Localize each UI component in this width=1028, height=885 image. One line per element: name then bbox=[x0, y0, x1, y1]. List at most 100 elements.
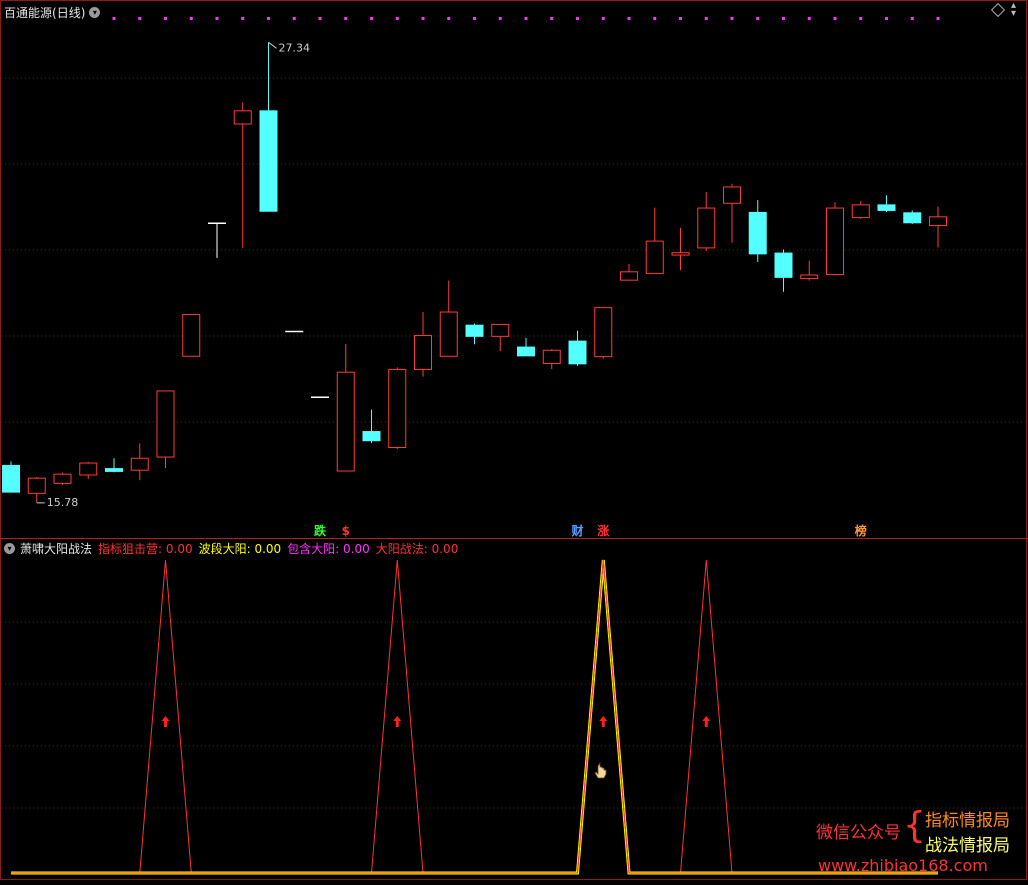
chart-canvas[interactable]: 27.34 15.78 跌 $ 财涨 榜 bbox=[0, 0, 1028, 881]
candle-body-up bbox=[156, 390, 175, 458]
top-signal-dot bbox=[936, 17, 940, 20]
watermark-right-1: 指标情报局 bbox=[925, 811, 1010, 831]
chevron-down-icon[interactable]: ▾ bbox=[4, 542, 15, 554]
watermark-left: 微信公众号 bbox=[816, 823, 901, 843]
top-signal-dot bbox=[395, 17, 399, 20]
candle-body-up bbox=[388, 368, 407, 448]
max-price-label: 27.34 bbox=[279, 41, 311, 54]
top-signal-dot bbox=[807, 17, 811, 20]
top-signal-dot bbox=[704, 17, 708, 20]
up-arrow-icon bbox=[393, 716, 402, 727]
candle-body-up bbox=[645, 240, 664, 274]
top-signal-dot bbox=[730, 17, 734, 20]
top-signal-dot bbox=[112, 17, 116, 20]
candle-body-down bbox=[465, 324, 484, 337]
candle-body-down bbox=[259, 110, 278, 212]
series-line-1 bbox=[11, 559, 938, 874]
candle-body-down bbox=[568, 340, 587, 365]
up-arrow-icon bbox=[702, 716, 711, 727]
top-signal-dot bbox=[241, 17, 245, 20]
stock-name: 百通能源 bbox=[4, 5, 53, 20]
top-signal-dot bbox=[782, 17, 785, 20]
top-signal-dot bbox=[910, 17, 914, 20]
top-signal-dot bbox=[189, 17, 193, 20]
candle-body-up bbox=[79, 462, 98, 476]
candle-body-down bbox=[517, 346, 535, 357]
candle-body-up bbox=[723, 186, 741, 204]
candle-body-up bbox=[27, 477, 46, 494]
signal-marker: $ bbox=[342, 524, 350, 538]
candle-body-down bbox=[903, 212, 922, 224]
updown-arrow-icon[interactable]: ▴ ▾ bbox=[1011, 1, 1016, 19]
top-signal-dot bbox=[318, 17, 322, 20]
chart-frame bbox=[0, 0, 1027, 880]
watermark-brace: { bbox=[903, 805, 926, 846]
signal-marker: 涨 bbox=[597, 523, 609, 538]
top-signal-dot bbox=[473, 17, 476, 20]
min-price-label: 15.78 bbox=[47, 496, 79, 509]
series-line-4 bbox=[11, 559, 938, 874]
top-signal-dot bbox=[833, 17, 837, 20]
top-signal-dot bbox=[215, 17, 219, 20]
top-signal-dot bbox=[885, 17, 888, 20]
top-signal-dot bbox=[370, 17, 373, 20]
signal-marker: 榜 bbox=[855, 523, 867, 538]
candle-body-up bbox=[594, 307, 613, 358]
subchart-header: ▾ 萧啸大阳战法 指标狙击营: 0.00 波段大阳: 0.00 包含大阳: 0.… bbox=[0, 540, 464, 556]
chart-stage: 27.34 15.78 跌 $ 财涨 榜 百通能源 (日线) ▾ ▴ ▾ ▾ 萧啸大阳战法 … bbox=[0, 0, 1028, 881]
candle-body-up bbox=[542, 349, 561, 364]
candle-body-down bbox=[105, 468, 123, 472]
indicator-label-4: 大阳战法: 0.00 bbox=[375, 541, 459, 556]
candle-body-down bbox=[774, 252, 793, 278]
candle-body-up bbox=[697, 207, 716, 249]
top-signal-dot bbox=[344, 17, 348, 20]
candle-body-down bbox=[362, 431, 381, 442]
up-arrow-icon bbox=[161, 716, 170, 727]
top-signal-dot bbox=[576, 17, 579, 20]
candle-body-up bbox=[929, 216, 947, 227]
hand-cursor-icon bbox=[594, 761, 607, 779]
watermark-url: www.zhibiao168.com bbox=[818, 856, 988, 875]
chevron-down-icon[interactable]: ▾ bbox=[89, 6, 101, 18]
series-line-2 bbox=[11, 559, 938, 875]
candle-body-up bbox=[620, 271, 638, 281]
candle-body-down bbox=[877, 204, 896, 211]
candle-body-up bbox=[182, 313, 201, 357]
watermark-right-2: 战法情报局 bbox=[925, 836, 1010, 856]
candle-body-up bbox=[414, 335, 432, 370]
top-signal-dot bbox=[859, 17, 863, 20]
signal-marker: 跌 bbox=[314, 523, 327, 538]
candle-body-up bbox=[800, 274, 819, 280]
up-arrow-icon bbox=[599, 716, 608, 727]
top-signal-dot bbox=[627, 17, 631, 20]
series-line-2-inner bbox=[11, 559, 938, 874]
candle-body-down bbox=[748, 211, 767, 255]
top-signal-dot bbox=[447, 17, 451, 20]
candle-body-up bbox=[826, 207, 844, 276]
chart-period: (日线) bbox=[52, 5, 86, 20]
candle-body-down bbox=[2, 464, 20, 493]
signal-marker: 财 bbox=[570, 523, 583, 538]
candle-body-up bbox=[671, 252, 690, 256]
candle-body-up bbox=[233, 110, 252, 125]
indicator-label-2: 波段大阳: 0.00 bbox=[198, 541, 282, 556]
candle-body-up bbox=[130, 457, 149, 471]
top-signal-dot bbox=[421, 17, 425, 20]
main-chart-header: 百通能源 (日线) ▾ bbox=[0, 4, 101, 20]
candle-body-up bbox=[336, 371, 355, 472]
top-signal-dot bbox=[550, 17, 554, 20]
indicator-label-1: 指标狙击营: 0.00 bbox=[98, 541, 193, 556]
subchart-title: 萧啸大阳战法 bbox=[20, 541, 93, 556]
top-signal-dot bbox=[267, 17, 270, 20]
top-signal-dot bbox=[498, 17, 502, 20]
max-price-label-leader bbox=[268, 41, 277, 49]
candle-body-up bbox=[53, 473, 72, 484]
top-signal-dot bbox=[138, 17, 142, 20]
top-signal-dot bbox=[524, 17, 528, 20]
top-signal-dot bbox=[292, 17, 296, 20]
top-signal-dot bbox=[164, 17, 167, 20]
candle-body-up bbox=[851, 204, 870, 219]
top-signal-dot bbox=[756, 17, 760, 20]
indicator-label-3: 包含大阳: 0.00 bbox=[287, 541, 370, 556]
top-signal-dot bbox=[601, 17, 605, 20]
